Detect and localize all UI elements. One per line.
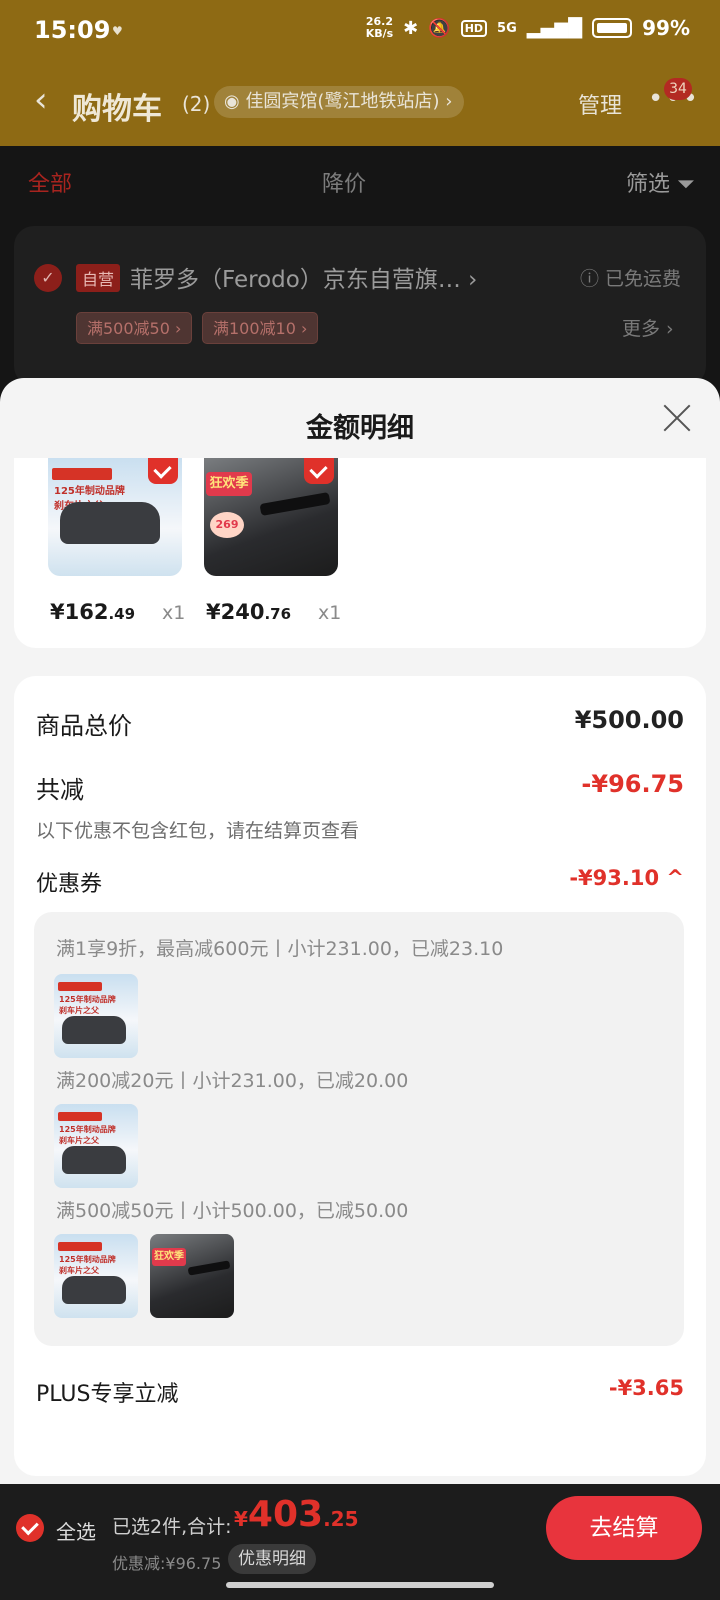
top-bar: 15:09 ♥ 26.2 KB/s ✱ 🔕 HD 5G ▂▄▆█ 99% ‹ 购物… [0,0,720,146]
mute-icon: 🔕 [428,17,451,39]
network-speed: 26.2 KB/s [365,15,394,40]
store-name[interactable]: 菲罗多（Ferodo）京东自营旗… › [130,260,477,294]
product-item[interactable]: 狂欢季 269 [204,458,338,576]
store-more-link[interactable]: 更多 › [622,314,674,341]
selected-check-icon [304,458,334,484]
checkout-bar: 全选 已选2件,合计: ¥403.25 优惠减:¥96.75 优惠明细 去结算 [0,1484,720,1600]
status-icons: 26.2 KB/s ✱ 🔕 HD 5G ▂▄▆█ 99% [365,15,690,41]
coupon-value[interactable]: -¥93.10 ^ [569,866,684,890]
monitor-arm-thumb: 狂欢季 [150,1234,234,1318]
total-price: ¥403.25 [234,1494,359,1535]
back-icon[interactable]: ‹ [34,80,48,120]
free-shipping-label: ⓘ 已免运费 [580,268,682,290]
monitor-arm-image: 狂欢季 269 [204,458,338,576]
total-discount-label: 共减 [36,776,84,804]
plus-discount-label: PLUS专享立减 [36,1382,179,1407]
product-price: ¥240.76 [206,600,292,624]
filter-button[interactable]: 筛选 ⏷ [626,166,695,198]
thumb-price: 269 [210,512,244,538]
manage-button[interactable]: 管理 [578,88,622,120]
amount-detail-sheet: 金额明细 125年制动品牌刹车片之父 ¥162.49 x1 狂欢季 269 ¥2… [0,378,720,1488]
saved-amount: 优惠减:¥96.75 [112,1554,222,1573]
signal-icon: 5G [497,20,517,36]
brake-pad-thumb: 125年制动品牌 刹车片之父 [54,1104,138,1188]
tab-all[interactable]: 全部 [28,166,72,198]
select-all-label[interactable]: 全选 [56,1516,96,1545]
product-price: ¥162.49 [50,600,136,624]
total-discount-value: -¥96.75 [581,770,684,798]
store-check-icon[interactable]: ✓ [34,264,62,292]
address-text: 佳圆宾馆(鹭江地铁站店) › [245,91,453,112]
eye-icon: ◉ [224,91,246,112]
brake-pad-thumb: 125年制动品牌 刹车片之父 [54,1234,138,1318]
product-item[interactable]: 125年制动品牌刹车片之父 [48,458,182,576]
select-all-check-icon[interactable] [16,1514,44,1542]
coupon-rule: 满1享9折，最高减600元丨小计231.00，已减23.10 [56,938,504,960]
discount-detail-button[interactable]: 优惠明细 [228,1544,316,1574]
checkout-button[interactable]: 去结算 [546,1496,702,1560]
cart-count: (2) [182,92,211,116]
cart-tabs: 全部 降价 筛选 ⏷ [0,156,720,206]
coupon-label: 优惠券 [36,872,103,897]
tab-price-drop[interactable]: 降价 [322,166,366,198]
message-badge: 34 [664,78,692,100]
selected-summary: 已选2件,合计: [112,1516,232,1538]
close-icon[interactable] [660,400,694,434]
sheet-title: 金额明细 [306,413,414,444]
status-time: 15:09 [34,16,111,44]
coupon-rule: 满200减20元丨小计231.00，已减20.00 [56,1070,409,1092]
notification-icon: ♥ [112,24,123,38]
brake-pad-thumb: 125年制动品牌 刹车片之父 [54,974,138,1058]
self-operated-tag: 自营 [76,264,121,292]
delivery-address[interactable]: ◉ 佳圆宾馆(鹭江地铁站店) › [214,86,465,118]
store-coupon-1[interactable]: 满500减50 › [76,312,193,344]
plus-discount-value: -¥3.65 [608,1376,684,1400]
battery-icon [592,18,633,38]
page-title: 购物车 [72,92,162,127]
signal-bars-icon: ▂▄▆█ [526,17,583,39]
home-indicator[interactable] [226,1582,494,1588]
product-summary-card: 125年制动品牌刹车片之父 ¥162.49 x1 狂欢季 269 ¥240.76… [14,458,706,648]
product-qty: x1 [318,602,342,624]
price-detail-card: 商品总价 ¥500.00 共减 -¥96.75 以下优惠不包含红包，请在结算页查… [14,676,706,1476]
hd-icon: HD [460,19,488,37]
discount-note: 以下优惠不包含红包，请在结算页查看 [36,820,360,842]
product-qty: x1 [162,602,186,624]
bluetooth-icon: ✱ [403,17,419,39]
brake-pad-image: 125年制动品牌刹车片之父 [48,458,182,576]
coupon-detail-box: 满1享9折，最高减600元丨小计231.00，已减23.10 125年制动品牌刹… [34,912,684,1346]
store-coupon-2[interactable]: 满100减10 › [202,312,319,344]
cart-header: ‹ 购物车 (2) ◉ 佳圆宾馆(鹭江地铁站店) › 管理 ••• 34 [0,72,720,136]
selected-check-icon [148,458,178,484]
goods-total-value: ¥500.00 [574,706,684,734]
goods-total-label: 商品总价 [36,712,132,740]
coupon-rule: 满500减50元丨小计500.00，已减50.00 [56,1200,409,1222]
filter-label: 筛选 [626,172,671,197]
thumb-promo-text: 狂欢季 [206,472,252,496]
store-card: ✓ 自营 菲罗多（Ferodo）京东自营旗… › ⓘ 已免运费 满500减50 … [14,226,706,386]
battery-level: 99% [642,16,690,40]
filter-icon: ⏷ [677,172,695,197]
status-bar: 15:09 ♥ 26.2 KB/s ✱ 🔕 HD 5G ▂▄▆█ 99% [0,0,720,64]
